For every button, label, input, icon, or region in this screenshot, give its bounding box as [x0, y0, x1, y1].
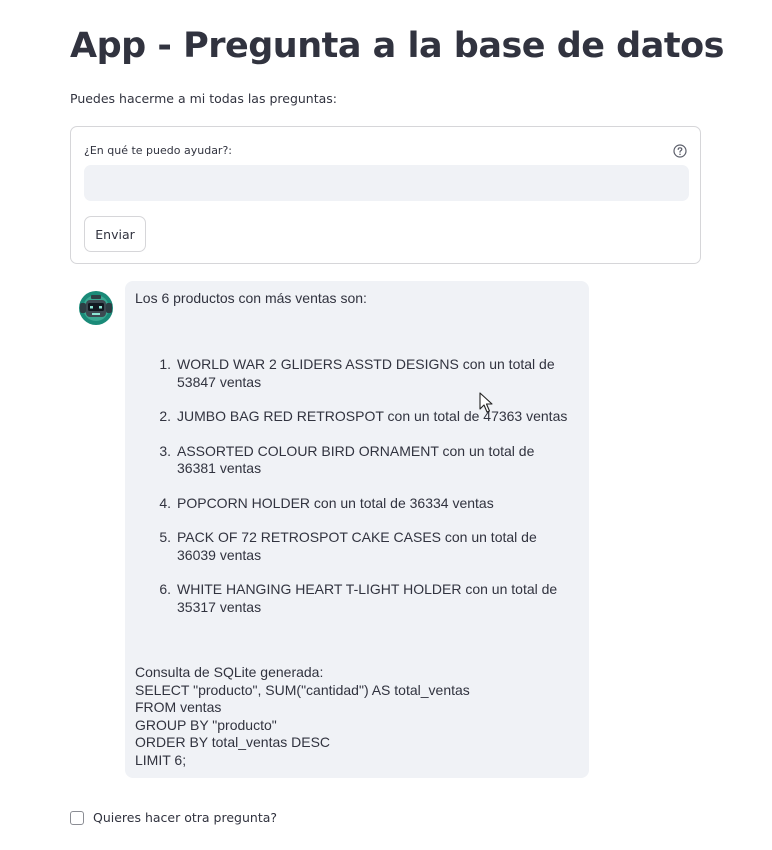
- sql-line: Consulta de SQLite generada:: [135, 664, 324, 680]
- list-item-text: ASSORTED COLOUR BIRD ORNAMENT con un tot…: [171, 443, 575, 478]
- list-item: 6. WHITE HANGING HEART T-LIGHT HOLDER co…: [135, 581, 575, 616]
- another-question-checkbox-row[interactable]: Quieres hacer otra pregunta?: [70, 810, 277, 825]
- list-item-number: 2.: [159, 408, 171, 424]
- sql-line: GROUP BY "producto": [135, 716, 277, 733]
- list-item-text: WHITE HANGING HEART T-LIGHT HOLDER con u…: [171, 581, 575, 616]
- question-form: ¿En qué te puedo ayudar?: Enviar: [70, 126, 701, 264]
- list-item-number: 1.: [159, 356, 171, 372]
- list-item-line: POPCORN HOLDER con un total de 36334 ven…: [177, 494, 494, 511]
- question-circle-icon[interactable]: [673, 144, 687, 158]
- sql-line: ORDER BY total_ventas DESC: [135, 734, 331, 750]
- page-subtitle: Puedes hacerme a mi todas las preguntas:: [70, 91, 338, 106]
- mouse-cursor-icon: [479, 392, 493, 414]
- list-item-line: WORLD WAR 2 GLIDERS ASSTD DESIGNS con un…: [177, 356, 555, 372]
- list-item-text: JUMBO BAG RED RETROSPOT con un total de …: [171, 408, 575, 426]
- checkbox-label: Quieres hacer otra pregunta?: [93, 810, 278, 825]
- sql-query-block: Consulta de SQLite generada: SELECT "pro…: [135, 664, 470, 769]
- question-label: ¿En qué te puedo ayudar?:: [84, 144, 232, 157]
- question-input[interactable]: [84, 165, 689, 201]
- app-page: App - Pregunta a la base de datos Puedes…: [0, 0, 772, 850]
- list-item-number: 3.: [159, 442, 171, 459]
- list-item-text: POPCORN HOLDER con un total de 36334 ven…: [171, 495, 575, 513]
- message-intro: Los 6 productos con más ventas son:: [135, 290, 367, 306]
- list-item-text: PACK OF 72 RETROSPOT CAKE CASES con un t…: [171, 529, 575, 564]
- list-item-line: WHITE HANGING HEART T-LIGHT HOLDER con u…: [177, 581, 558, 597]
- list-item-line: 36381 ventas: [177, 460, 262, 476]
- list-item: 3. ASSORTED COLOUR BIRD ORNAMENT con un …: [135, 443, 575, 478]
- list-item-line: PACK OF 72 RETROSPOT CAKE CASES con un t…: [177, 529, 537, 545]
- list-item: 2. JUMBO BAG RED RETROSPOT con un total …: [135, 408, 575, 426]
- list-item-line: 36039 ventas: [177, 546, 262, 563]
- page-title: App - Pregunta a la base de datos: [70, 26, 724, 66]
- results-list: 1. WORLD WAR 2 GLIDERS ASSTD DESIGNS con…: [135, 356, 575, 633]
- list-item-line: ASSORTED COLOUR BIRD ORNAMENT con un tot…: [177, 442, 535, 459]
- list-item-line: 35317 ventas: [177, 598, 262, 615]
- list-item-line: 53847 ventas: [177, 373, 262, 390]
- list-item: 4. POPCORN HOLDER con un total de 36334 …: [135, 495, 575, 513]
- robot-avatar-icon: [76, 290, 116, 326]
- list-item: 5. PACK OF 72 RETROSPOT CAKE CASES con u…: [135, 529, 575, 564]
- list-item-number: 6.: [159, 581, 171, 597]
- list-item-line: JUMBO BAG RED RETROSPOT con un total de …: [177, 408, 568, 424]
- sql-line: SELECT "producto", SUM("cantidad") AS to…: [135, 681, 470, 698]
- list-item-number: 5.: [159, 529, 171, 545]
- another-question-checkbox[interactable]: [70, 810, 84, 825]
- list-item-text: WORLD WAR 2 GLIDERS ASSTD DESIGNS con un…: [171, 356, 575, 391]
- sql-line: FROM ventas: [135, 699, 222, 715]
- list-item: 1. WORLD WAR 2 GLIDERS ASSTD DESIGNS con…: [135, 356, 575, 391]
- submit-button[interactable]: Enviar: [84, 216, 146, 252]
- sql-line: LIMIT 6;: [135, 751, 187, 768]
- list-item-number: 4.: [159, 494, 171, 511]
- assistant-message: Los 6 productos con más ventas son: 1. W…: [125, 281, 589, 778]
